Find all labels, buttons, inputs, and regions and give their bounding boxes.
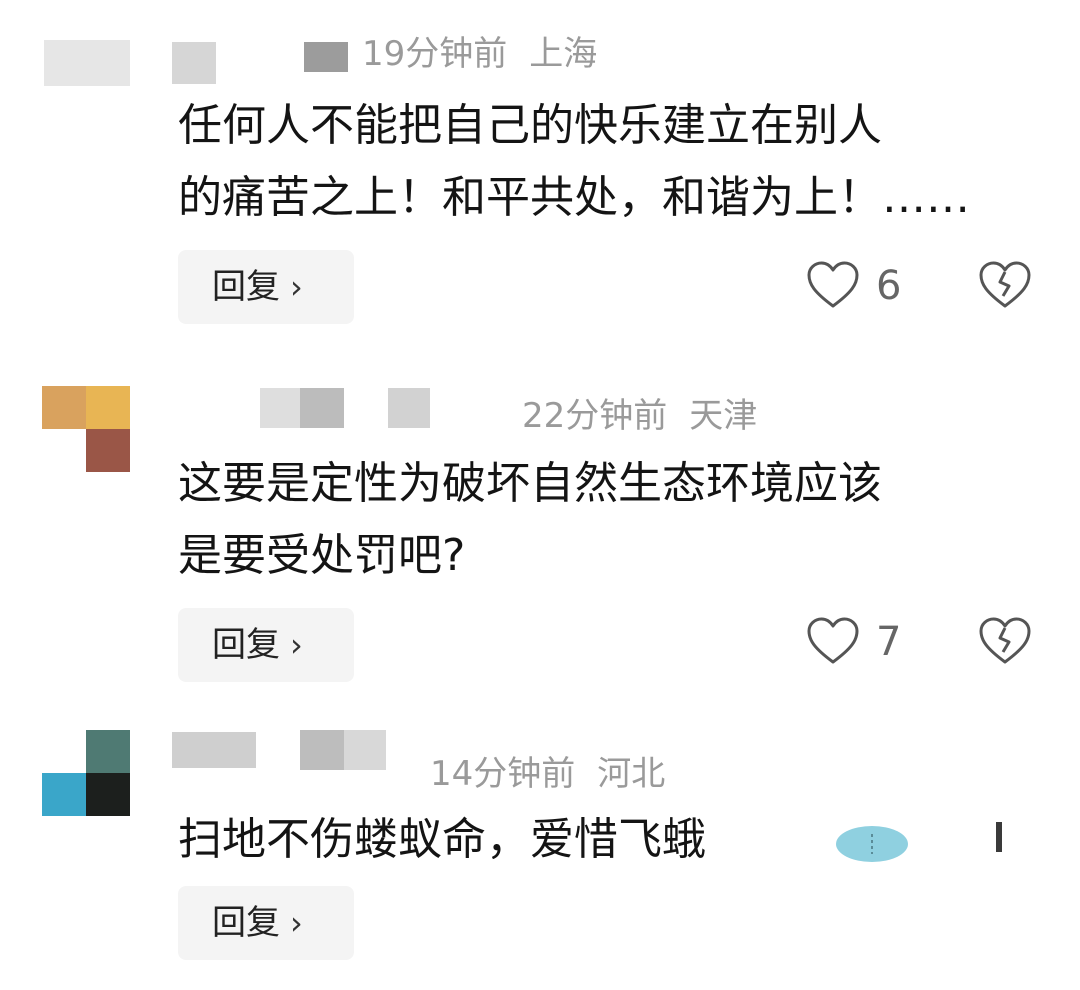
comment-3: 14分钟前 河北 扫地不伤蝼蚁命，爱惜飞蛾 回复 › — [0, 726, 1080, 990]
avatar-pixel — [42, 773, 86, 816]
comment-text: 任何人不能把自己的快乐建立在别人 的痛苦之上！和平共处，和谐为上！…… — [178, 96, 1048, 228]
comment-meta: 22分钟前 天津 — [522, 388, 757, 437]
avatar-pixel — [44, 40, 130, 86]
comment-time: 19分钟前 — [362, 34, 508, 74]
comment-meta: 19分钟前 上海 — [362, 26, 597, 75]
avatar[interactable] — [42, 730, 130, 816]
heart-icon — [807, 261, 859, 308]
comment-text-line: 扫地不伤蝼蚁命，爱惜飞蛾 — [178, 814, 706, 865]
comment-location: 天津 — [689, 396, 758, 436]
username-pixel — [304, 42, 348, 72]
chevron-right-icon: › — [290, 268, 303, 306]
username-pixel — [300, 388, 344, 428]
reply-button[interactable]: 回复 › — [178, 608, 354, 682]
avatar[interactable] — [42, 386, 130, 472]
loading-blob-icon — [834, 824, 910, 864]
username[interactable] — [172, 40, 348, 86]
broken-heart-icon — [979, 261, 1031, 308]
reply-label: 回复 — [212, 903, 280, 943]
like-count: 6 — [876, 263, 902, 309]
comment-location: 上海 — [529, 34, 598, 74]
like-button[interactable]: 6 — [806, 256, 916, 316]
avatar-pixel — [86, 386, 130, 429]
reply-label: 回复 — [212, 267, 280, 307]
comment-text: 扫地不伤蝼蚁命，爱惜飞蛾 — [178, 810, 758, 870]
username-pixel — [388, 388, 430, 428]
username-pixel — [300, 730, 344, 770]
comment-text-line: 的痛苦之上！和平共处，和谐为上！…… — [178, 172, 970, 223]
reply-button[interactable]: 回复 › — [178, 250, 354, 324]
comment-text-line: 任何人不能把自己的快乐建立在别人 — [178, 100, 882, 151]
reply-label: 回复 — [212, 625, 280, 665]
comment-location: 河北 — [597, 754, 666, 794]
chevron-right-icon: › — [290, 904, 303, 942]
like-button[interactable]: 7 — [806, 612, 916, 672]
username[interactable] — [172, 730, 386, 772]
avatar-pixel — [86, 730, 130, 773]
avatar-pixel — [42, 386, 86, 429]
chevron-right-icon: › — [290, 626, 303, 664]
comment-2: 22分钟前 天津 这要是定性为破坏自然生态环境应该 是要受处罚吧? 回复 › 7 — [0, 380, 1080, 700]
comment-meta: 14分钟前 河北 — [430, 746, 665, 795]
username-pixel — [172, 732, 256, 768]
cursor-mark — [996, 822, 1002, 852]
avatar-pixel — [86, 773, 130, 816]
username-pixel — [344, 730, 386, 770]
comment-text-line: 是要受处罚吧? — [178, 530, 466, 581]
avatar[interactable] — [44, 40, 130, 86]
broken-heart-icon — [979, 617, 1031, 664]
username-pixel — [260, 388, 300, 428]
username[interactable] — [220, 384, 430, 430]
comment-time: 22分钟前 — [522, 396, 668, 436]
comment-1: 19分钟前 上海 任何人不能把自己的快乐建立在别人 的痛苦之上！和平共处，和谐为上… — [0, 0, 1080, 340]
comment-time: 14分钟前 — [430, 754, 576, 794]
dislike-button[interactable] — [978, 612, 1032, 672]
reply-button[interactable]: 回复 › — [178, 886, 354, 960]
heart-icon — [807, 617, 859, 664]
dislike-button[interactable] — [978, 256, 1032, 316]
comment-text-line: 这要是定性为破坏自然生态环境应该 — [178, 458, 882, 509]
comment-text: 这要是定性为破坏自然生态环境应该 是要受处罚吧? — [178, 454, 1048, 586]
like-count: 7 — [876, 619, 902, 665]
avatar-pixel — [86, 429, 130, 472]
username-pixel — [172, 42, 216, 84]
